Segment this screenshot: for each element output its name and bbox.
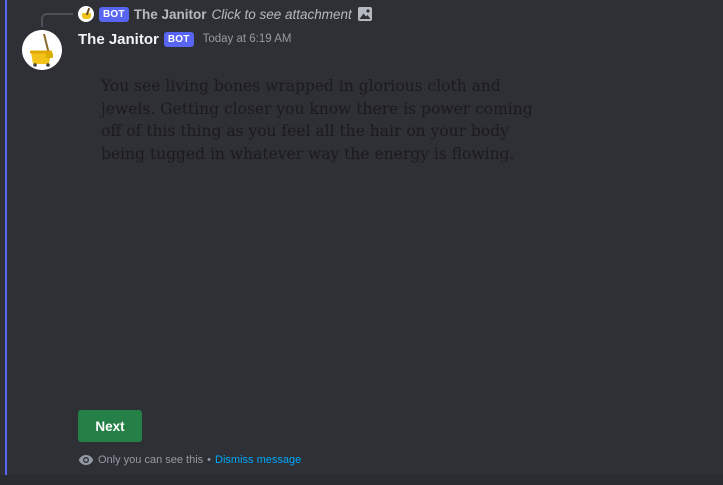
message-header: The Janitor BOT Today at 6:19 AM — [78, 29, 291, 49]
notice-text: Only you can see this — [98, 454, 204, 466]
next-button[interactable]: Next — [78, 410, 142, 442]
message-body: You see living bones wrapped in glorious… — [101, 77, 533, 163]
bottom-divider — [0, 475, 723, 485]
reply-bot-tag: BOT — [99, 6, 129, 22]
image-icon — [357, 6, 373, 22]
dismiss-message-link[interactable]: Dismiss message — [215, 454, 301, 466]
author-avatar[interactable] — [22, 30, 62, 70]
reply-author[interactable]: The Janitor — [134, 7, 207, 22]
reply-attachment-text[interactable]: Click to see attachment — [211, 7, 351, 22]
timestamp[interactable]: Today at 6:19 AM — [203, 33, 292, 45]
bot-tag: BOT — [163, 31, 194, 47]
reply-spine — [41, 13, 73, 27]
notice-separator: • — [207, 454, 212, 466]
mop-bucket-icon — [22, 30, 62, 70]
reply-avatar[interactable] — [78, 6, 94, 22]
message-container: BOT The Janitor Click to see attachment … — [0, 0, 723, 485]
ephemeral-notice: Only you can see this • Dismiss message — [78, 454, 301, 466]
ephemeral-highlight-bar — [5, 0, 7, 475]
reply-preview[interactable]: BOT The Janitor Click to see attachment — [78, 5, 373, 23]
author-name[interactable]: The Janitor — [78, 31, 159, 48]
eye-icon — [78, 454, 94, 466]
